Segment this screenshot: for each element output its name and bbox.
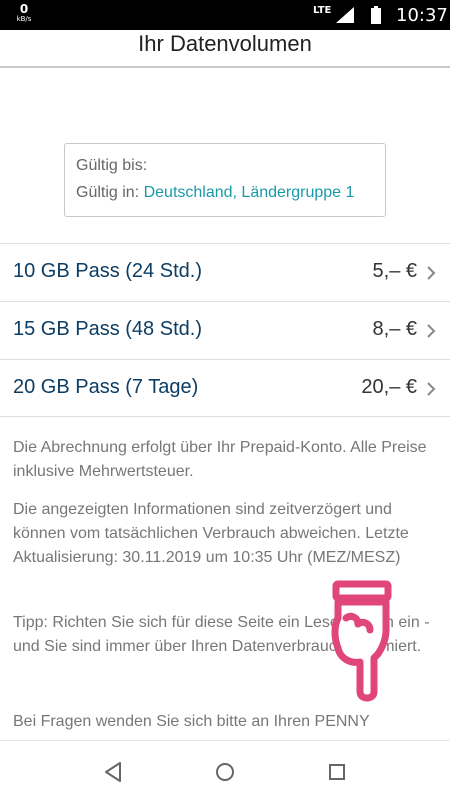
signal-icon — [336, 7, 354, 23]
valid-in-label: Gültig in: — [76, 184, 140, 201]
pass-item-15gb[interactable]: 15 GB Pass (48 Std.) 8,– € — [0, 301, 450, 359]
clock: 10:37 — [396, 5, 448, 26]
page-title: Ihr Datenvolumen — [138, 31, 312, 56]
back-icon[interactable] — [100, 759, 126, 785]
navigation-bar — [0, 740, 450, 800]
status-bar: 0 kB/s LTE 10:37 — [0, 0, 450, 30]
home-icon[interactable] — [212, 759, 238, 785]
pass-price: 20,– € — [361, 376, 417, 398]
pass-item-10gb[interactable]: 10 GB Pass (24 Std.) 5,– € — [0, 243, 450, 301]
pass-name: 20 GB Pass (7 Tage) — [13, 376, 199, 398]
pass-price: 5,– € — [372, 260, 417, 282]
pass-name: 10 GB Pass (24 Std.) — [13, 260, 202, 282]
billing-note: Die Abrechnung erfolgt über Ihr Prepaid-… — [13, 439, 427, 480]
network-speed-value: 0 — [19, 2, 29, 16]
network-speed: 0 kB/s — [12, 3, 36, 23]
validity-box: Gültig bis: Gültig in: Deutschland, Länd… — [64, 143, 386, 217]
valid-in-row: Gültig in: Deutschland, Ländergruppe 1 — [76, 184, 354, 202]
network-speed-unit: kB/s — [16, 15, 32, 23]
valid-in-link[interactable]: Deutschland, Ländergruppe 1 — [144, 184, 355, 201]
questions-note: Bei Fragen wenden Sie sich bitte an Ihre… — [13, 713, 370, 730]
chevron-right-icon — [427, 382, 436, 396]
chevron-right-icon — [427, 324, 436, 338]
recent-apps-icon[interactable] — [324, 759, 350, 785]
valid-until-label: Gültig bis: — [76, 157, 148, 174]
page-header: Ihr Datenvolumen — [0, 30, 450, 68]
pass-price: 8,– € — [372, 318, 417, 340]
pass-list: 10 GB Pass (24 Std.) 5,– € 15 GB Pass (4… — [0, 243, 450, 417]
battery-icon — [371, 6, 381, 24]
pass-name: 15 GB Pass (48 Std.) — [13, 318, 202, 340]
chevron-right-icon — [427, 266, 436, 280]
pass-item-20gb[interactable]: 20 GB Pass (7 Tage) 20,– € — [0, 359, 450, 417]
delay-note: Die angezeigten Informationen sind zeitv… — [13, 501, 409, 566]
pointing-hand-icon — [331, 580, 392, 702]
network-type: LTE — [313, 5, 332, 16]
